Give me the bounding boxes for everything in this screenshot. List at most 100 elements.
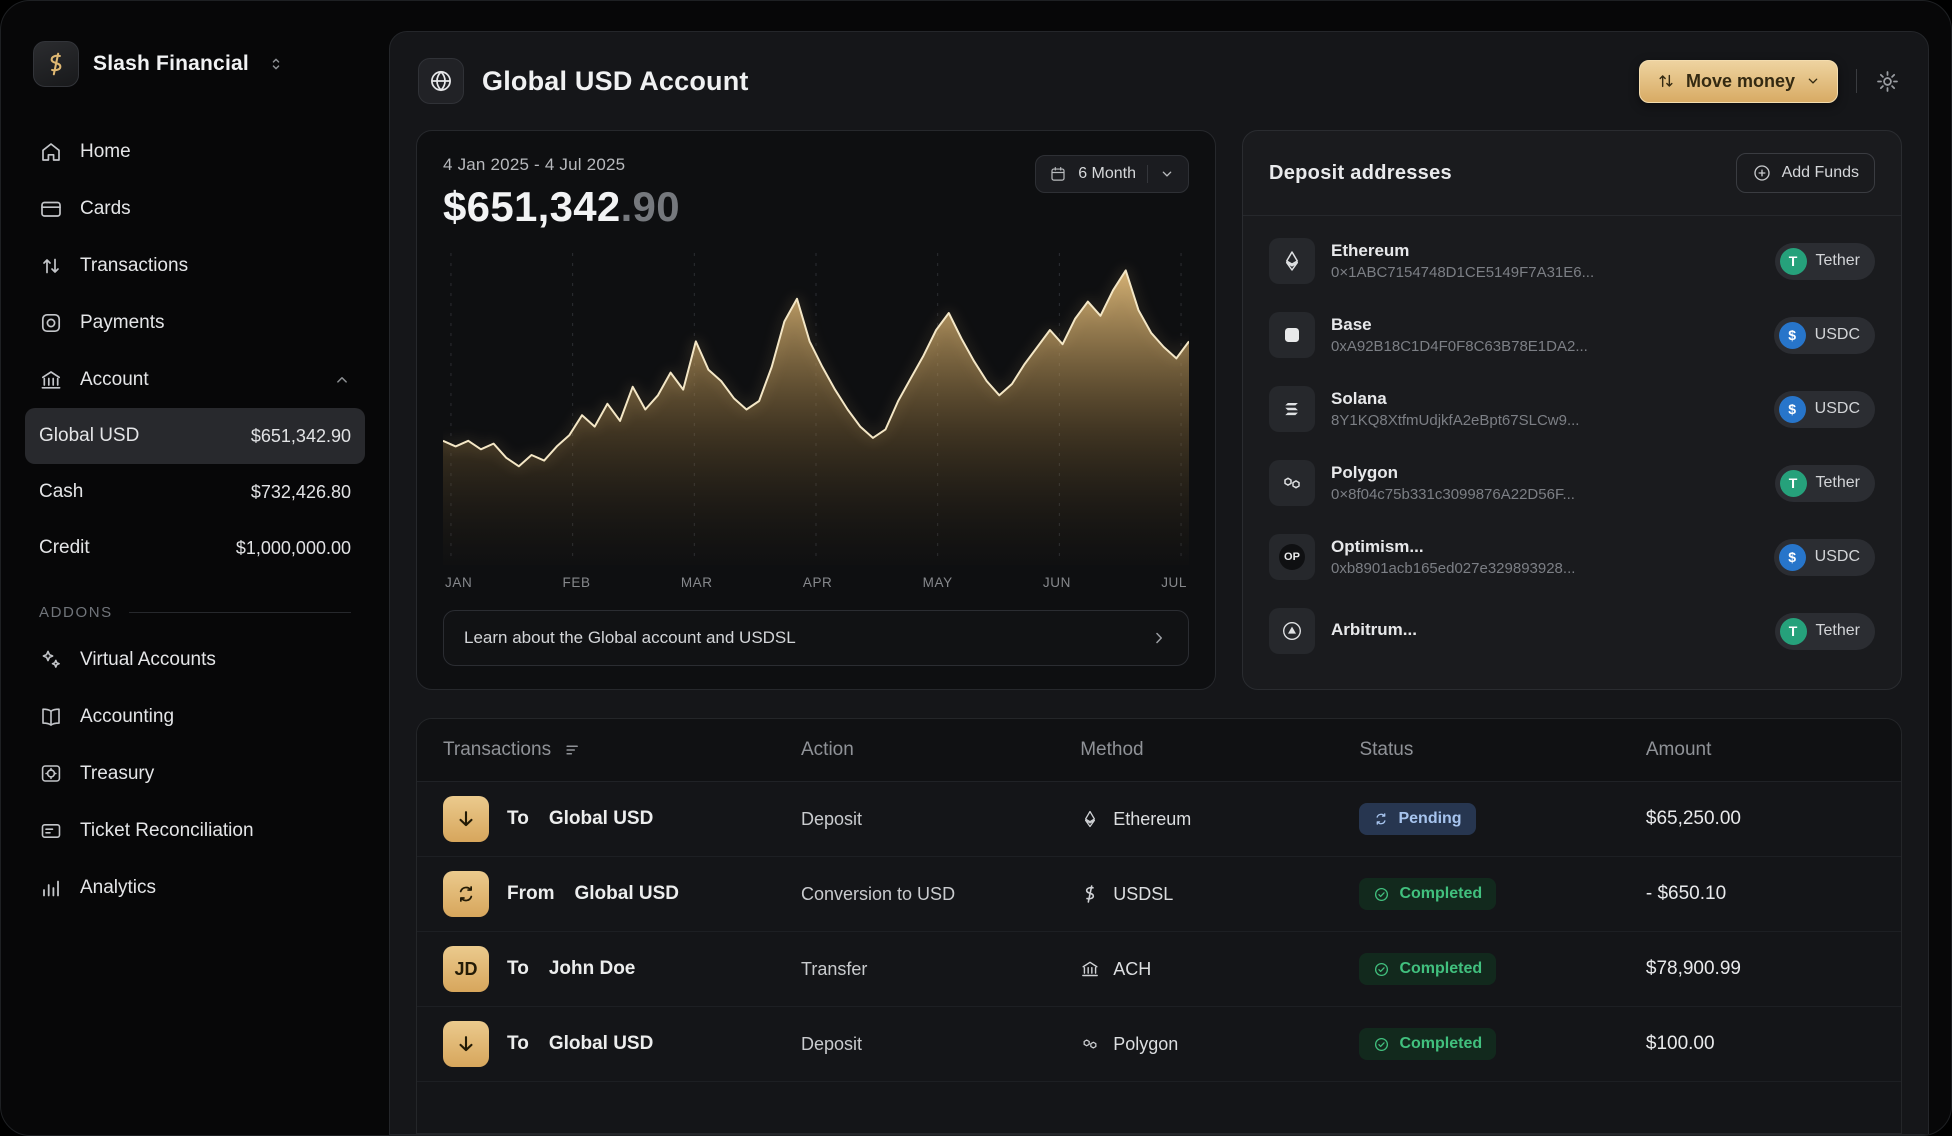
status-badge: Completed: [1359, 878, 1496, 910]
sidebar-item-payments[interactable]: Payments: [25, 294, 365, 351]
token-badge: $ USDC: [1774, 539, 1875, 576]
x-tick: JAN: [445, 575, 472, 590]
arrows-updown-icon: [1656, 71, 1676, 91]
ethereum-icon: [1080, 809, 1100, 829]
tx-direction: From: [507, 883, 555, 905]
sidebar-item-ticket-reconciliation[interactable]: Ticket Reconciliation: [25, 802, 365, 859]
token-badge: T Tether: [1775, 613, 1875, 650]
app-window: Slash Financial Home Cards Transactions …: [0, 0, 1952, 1136]
x-tick: JUL: [1161, 575, 1187, 590]
sidebar-item-label: Cards: [80, 198, 131, 220]
network-name: Ethereum: [1331, 241, 1594, 261]
column-action: Action: [801, 739, 1080, 761]
tx-counterparty: Global USD: [549, 1033, 654, 1055]
network-name: Base: [1331, 315, 1588, 335]
account-label: Global USD: [39, 425, 139, 447]
sidebar-item-home[interactable]: Home: [25, 123, 365, 180]
sidebar-item-label: Payments: [80, 312, 164, 334]
bank-icon: [39, 368, 63, 392]
deposit-row-polygon[interactable]: Polygon 0×8f04c75b331c3099876A22D56F... …: [1243, 446, 1901, 520]
period-selector[interactable]: 6 Month: [1035, 155, 1189, 193]
tether-icon: T: [1780, 248, 1807, 275]
deposit-row-base[interactable]: Base 0xA92B18C1D4F0F8C63B78E1DA2... $ US…: [1243, 298, 1901, 372]
tx-method-name: ACH: [1113, 959, 1151, 980]
base-icon: [1269, 312, 1315, 358]
token-name: Tether: [1816, 252, 1860, 270]
sidebar-item-label: Virtual Accounts: [80, 649, 216, 671]
check-circle-icon: [1373, 1036, 1390, 1053]
token-name: Tether: [1816, 622, 1860, 640]
table-row[interactable]: From Global USD Conversion to USD USDSL …: [417, 857, 1901, 932]
deposit-title: Deposit addresses: [1269, 162, 1452, 185]
filter-icon[interactable]: [563, 740, 583, 760]
account-balance: $1,000,000.00: [236, 538, 351, 559]
deposit-arrow-icon: [443, 796, 489, 842]
deposit-row-optimism[interactable]: OP Optimism... 0xb8901acb165ed027e329893…: [1243, 520, 1901, 594]
balance-area-chart: [443, 247, 1189, 565]
token-badge: $ USDC: [1774, 391, 1875, 428]
token-badge: T Tether: [1775, 243, 1875, 280]
sidebar-item-accounting[interactable]: Accounting: [25, 688, 365, 745]
network-name: Solana: [1331, 389, 1579, 409]
chart-x-axis: JAN FEB MAR APR MAY JUN JUL: [443, 575, 1189, 590]
tx-action: Transfer: [801, 959, 1080, 980]
sidebar-item-transactions[interactable]: Transactions: [25, 237, 365, 294]
sidebar-item-treasury[interactable]: Treasury: [25, 745, 365, 802]
deposit-card-header: Deposit addresses Add Funds: [1243, 131, 1901, 216]
table-row[interactable]: JD To John Doe Transfer ACH Completed $7…: [417, 932, 1901, 1007]
polygon-icon: [1269, 460, 1315, 506]
deposit-addresses-card: Deposit addresses Add Funds Ethereum 0×1…: [1242, 130, 1902, 690]
network-info: Optimism... 0xb8901acb165ed027e329893928…: [1331, 537, 1575, 577]
tether-icon: T: [1780, 618, 1807, 645]
balance-chart-card: 4 Jan 2025 - 4 Jul 2025 $651,342.90 6 Mo…: [416, 130, 1216, 690]
chevron-down-icon: [1805, 73, 1821, 89]
check-circle-icon: [1373, 886, 1390, 903]
primary-nav: Home Cards Transactions Payments Account…: [25, 123, 365, 916]
deposit-row-ethereum[interactable]: Ethereum 0×1ABC7154748D1CE5149F7A31E6...…: [1243, 224, 1901, 298]
learn-banner[interactable]: Learn about the Global account and USDSL: [443, 610, 1189, 666]
settings-gear-icon[interactable]: [1875, 69, 1900, 94]
sidebar-item-label: Home: [80, 141, 131, 163]
tx-action: Conversion to USD: [801, 884, 1080, 905]
token-name: USDC: [1815, 326, 1860, 344]
sidebar-item-analytics[interactable]: Analytics: [25, 859, 365, 916]
status-badge: Pending: [1359, 803, 1475, 835]
token-name: Tether: [1816, 474, 1860, 492]
account-balance: $732,426.80: [251, 482, 351, 503]
status-badge: Completed: [1359, 1028, 1496, 1060]
tx-method-name: Polygon: [1113, 1034, 1178, 1055]
header-divider: [1856, 69, 1857, 93]
table-row[interactable]: To Global USD Deposit Polygon Completed …: [417, 1007, 1901, 1082]
sidebar-account-global-usd[interactable]: Global USD $651,342.90: [25, 408, 365, 464]
arbitrum-icon: [1269, 608, 1315, 654]
tx-direction: To: [507, 1033, 529, 1055]
sidebar-item-cards[interactable]: Cards: [25, 180, 365, 237]
deposit-row-arbitrum[interactable]: Arbitrum... T Tether: [1243, 594, 1901, 668]
status-badge: Completed: [1359, 953, 1496, 985]
usdc-icon: $: [1779, 544, 1806, 571]
table-row[interactable]: To Global USD Deposit Ethereum Pending $…: [417, 782, 1901, 857]
sidebar-account-cash[interactable]: Cash $732,426.80: [25, 464, 365, 520]
sidebar-item-virtual-accounts[interactable]: Virtual Accounts: [25, 631, 365, 688]
sidebar-account-credit[interactable]: Credit $1,000,000.00: [25, 520, 365, 576]
deposit-row-solana[interactable]: Solana 8Y1KQ8XtfmUdjkfA2eBpt67SLCw9... $…: [1243, 372, 1901, 446]
tx-counterparty: John Doe: [549, 958, 636, 980]
sidebar: Slash Financial Home Cards Transactions …: [1, 1, 389, 1135]
account-balance: $651,342.90: [251, 426, 351, 447]
move-money-button[interactable]: Move money: [1639, 60, 1838, 103]
sidebar-item-label: Ticket Reconciliation: [80, 820, 254, 842]
network-info: Arbitrum...: [1331, 620, 1417, 643]
add-funds-button[interactable]: Add Funds: [1736, 153, 1875, 193]
chevron-up-icon: [333, 371, 351, 389]
sidebar-item-account[interactable]: Account: [25, 351, 365, 408]
sidebar-item-label: Treasury: [80, 763, 154, 785]
chevrons-updown-icon: [267, 55, 285, 73]
addons-section-label: ADDONS: [39, 604, 351, 621]
tx-direction: To: [507, 808, 529, 830]
network-info: Polygon 0×8f04c75b331c3099876A22D56F...: [1331, 463, 1575, 503]
workspace-switcher[interactable]: Slash Financial: [25, 41, 365, 87]
page-header: Global USD Account Move money: [390, 32, 1928, 106]
payments-icon: [39, 311, 63, 335]
refresh-icon: [1373, 811, 1389, 827]
vault-icon: [39, 762, 63, 786]
